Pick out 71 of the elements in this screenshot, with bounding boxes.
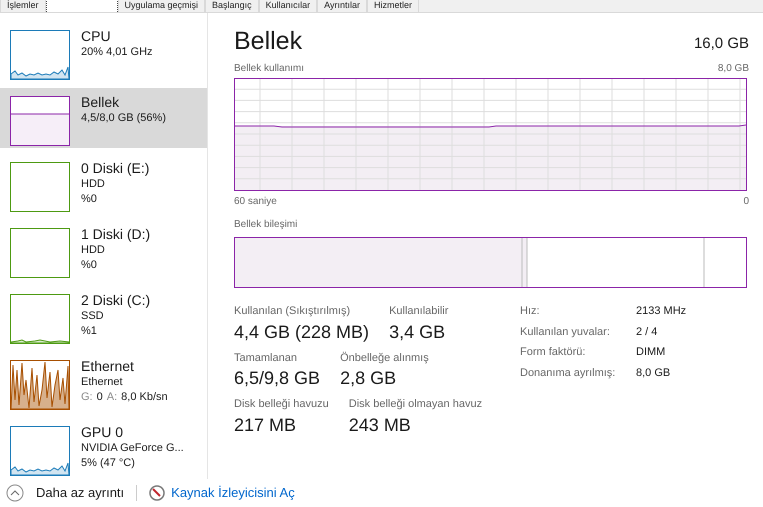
item-detail: %1 <box>81 324 98 339</box>
graph-thumbnail <box>10 96 70 146</box>
tab[interactable]: Ayrıntılar <box>317 0 367 12</box>
sidebar-item[interactable]: GPU 0 NVIDIA GeForce G... 5% (47 °C) <box>0 418 207 478</box>
chart-label: Bellek kullanımı <box>234 62 304 76</box>
stat-label: Disk belleği havuzu <box>234 397 329 412</box>
total-memory: 16,0 GB <box>694 34 749 54</box>
stat-value: 3,4 GB <box>389 320 446 344</box>
detail-value: 8,0 GB <box>636 366 672 380</box>
item-detail: SSD <box>81 309 105 324</box>
sidebar-item[interactable]: 0 Diski (E:) HDD %0 <box>0 154 207 214</box>
item-detail: Ethernet <box>81 375 124 390</box>
rate-value: 8,0 Kb/sn <box>121 390 168 405</box>
item-detail: HDD <box>81 243 106 258</box>
stat-label: Kullanılabilir <box>389 304 448 319</box>
item-title: 1 Diski (D:) <box>81 226 150 243</box>
stat-label: Tamamlanan <box>234 350 298 366</box>
item-detail: %0 <box>81 192 98 207</box>
item-detail: HDD <box>81 177 106 192</box>
item-title: Ethernet <box>81 358 135 375</box>
fewer-details-button[interactable]: Daha az ayrıntı <box>36 483 124 503</box>
item-detail: 4,5/8,0 GB (56%) <box>81 111 166 126</box>
detail-label: Donanıma ayrılmış: <box>520 366 616 380</box>
sidebar-item[interactable]: 1 Diski (D:) HDD %0 <box>0 220 207 280</box>
detail-value: DIMM <box>636 345 666 360</box>
item-title: 2 Diski (C:) <box>81 292 150 309</box>
stat-label: Disk belleği olmayan havuz <box>348 397 482 412</box>
stat-label: Kullanılan (Sıkıştırılmış) <box>234 304 352 319</box>
chevron-up-icon[interactable] <box>6 484 24 502</box>
tab[interactable]: Kullanıcılar <box>258 0 318 12</box>
resource-monitor-link[interactable]: Kaynak İzleyicisini Aç <box>171 483 295 503</box>
axis-label: 0 <box>743 195 749 209</box>
detail-value: 2 / 4 <box>636 324 658 340</box>
stat-value: 243 MB <box>348 414 412 436</box>
item-detail: 5% (47 °C) <box>81 456 136 471</box>
item-detail: 20% 4,01 GHz <box>81 45 153 60</box>
page-title: Bellek <box>234 27 302 55</box>
chart-label: Bellek bileşimi <box>234 218 298 232</box>
stat-value: 217 MB <box>234 414 298 436</box>
graph-thumbnail <box>10 360 70 410</box>
item-title: GPU 0 <box>81 424 124 441</box>
detail-label: Hız: <box>520 304 541 319</box>
tab[interactable]: Uygulama geçmişi <box>118 0 206 12</box>
item-detail: %0 <box>81 258 98 273</box>
stat-label: Önbelleğe alınmış <box>340 350 429 366</box>
detail-value: 2133 MHz <box>636 304 686 319</box>
item-detail: NVIDIA GeForce G... <box>81 441 184 456</box>
tab[interactable]: Hizmetler <box>366 0 419 12</box>
item-title: Bellek <box>81 94 120 111</box>
stat-value: 2,8 GB <box>340 367 398 390</box>
detail-label: Kullanılan yuvalar: <box>520 324 611 340</box>
detail-label: Form faktörü: <box>520 345 586 360</box>
sidebar-item[interactable]: CPU 20% 4,01 GHz <box>0 22 207 82</box>
graph-thumbnail <box>10 30 70 80</box>
item-title: 0 Diski (E:) <box>81 160 150 177</box>
rate-value: 0 <box>96 390 103 405</box>
chart-max-label: 8,0 GB <box>718 62 749 76</box>
graph-thumbnail <box>10 426 70 476</box>
sidebar-item[interactable]: Ethernet Ethernet G: 0 A: 8,0 Kb/sn <box>0 352 207 412</box>
tab[interactable]: Başlangıç <box>205 0 259 12</box>
graph-thumbnail <box>10 294 70 344</box>
sidebar-item[interactable]: 2 Diski (C:) SSD %1 <box>0 286 207 346</box>
sidebar-item[interactable]: Bellek 4,5/8,0 GB (56%) <box>0 88 207 148</box>
item-title: CPU <box>81 28 112 45</box>
rate-label: A: <box>106 390 118 405</box>
stat-value: 4,4 GB (228 MB) <box>234 320 370 344</box>
rate-label: G: <box>81 390 93 405</box>
axis-label: 60 saniye <box>234 195 277 209</box>
graph-thumbnail <box>10 162 70 212</box>
graph-thumbnail <box>10 228 70 278</box>
stat-value: 6,5/9,8 GB <box>234 367 320 390</box>
